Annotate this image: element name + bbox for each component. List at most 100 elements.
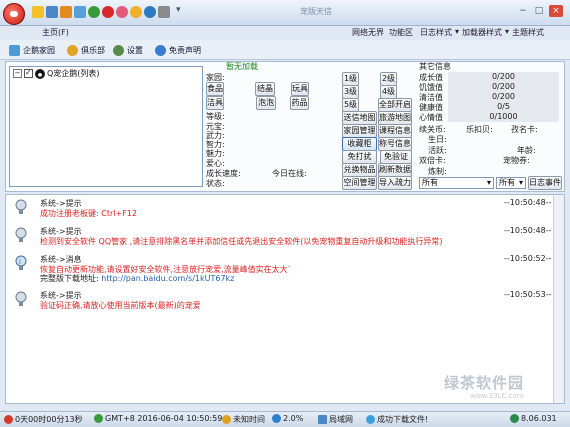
filter-select-1[interactable]: 所有 (419, 177, 494, 189)
penguin-icon (35, 68, 45, 79)
no-verify-button[interactable]: 免验证 (380, 150, 412, 164)
toolbar-label: 免责声明 (169, 45, 201, 55)
globe-icon[interactable] (88, 6, 100, 18)
message-scrollbar[interactable] (553, 195, 564, 403)
level-4-button[interactable]: 4级 (380, 85, 397, 99)
bubble-button[interactable]: 泡泡 (256, 96, 276, 110)
menu-bar: 主页(F) 网络无界 功能区 日志样式 ▾ 加载器样式 ▾ 主题样式 (0, 26, 570, 40)
maximize-button[interactable]: □ (532, 5, 546, 17)
toolbar-label: 俱乐部 (81, 45, 105, 55)
exchange-items-button[interactable]: 兑换物品 (342, 163, 377, 177)
earth-icon[interactable] (144, 6, 156, 18)
menu-log-style[interactable]: 日志样式 (420, 27, 452, 38)
quickbar-dropdown-icon[interactable]: ▾ (176, 5, 181, 15)
watermark-text: 绿茶软件园 (444, 374, 525, 392)
minimize-button[interactable]: − (516, 5, 530, 17)
cpu-text: 2.0% (283, 414, 304, 423)
smile-icon[interactable] (130, 6, 142, 18)
status-cpu: 2.0% (272, 414, 303, 423)
bulb-icon (15, 291, 27, 306)
version-icon (510, 414, 519, 423)
import-button[interactable]: 导入疏力 (378, 176, 412, 190)
time-icon (222, 415, 231, 424)
medicine-button[interactable]: 药品 (290, 96, 309, 110)
mail-icon[interactable] (74, 6, 86, 18)
toolbar-home-button[interactable]: 企鹅家园 (9, 43, 55, 57)
gear-icon (113, 44, 124, 56)
status-online-time: 0天00时00分13秒 (4, 414, 83, 425)
menu-arrow-icon: ▾ (455, 27, 460, 36)
download-icon (366, 415, 375, 424)
status-bar: 0天00时00分13秒 GMT+8 2016-06-04 10:50:59 未知… (0, 411, 570, 427)
home-manage-button[interactable]: 家园管理 (342, 124, 377, 138)
crystal-button[interactable]: 结晶 (255, 82, 275, 96)
message-time: --10:50:48-- (504, 226, 552, 235)
pet-coupon-label: 宠物券: (503, 156, 530, 165)
tree-item-label: Q宠企鹅(列表) (47, 69, 100, 78)
level-1-button[interactable]: 1级 (342, 72, 359, 86)
cleaner-button[interactable]: 洁具 (206, 96, 224, 110)
toolbar-label: 企鹅家园 (23, 45, 55, 55)
toolbar-label: 设置 (127, 45, 143, 55)
filter-select-2[interactable]: 所有 (496, 177, 526, 189)
notify-icon[interactable] (32, 6, 44, 18)
course-info-button[interactable]: 课程信息 (378, 124, 412, 138)
mail-map-button[interactable]: 送信地图 (342, 111, 377, 125)
status-datetime: GMT+8 2016-06-04 10:50:59 (94, 414, 222, 423)
collection-cabinet-button[interactable]: 收藏柜 (342, 137, 377, 151)
field-status: 状态: (206, 179, 225, 188)
cpu-icon (272, 414, 281, 423)
toolbar-club-button[interactable]: 俱乐部 (67, 43, 105, 57)
download-link[interactable]: http://pan.baidu.com/s/1kUT67kz (101, 274, 234, 283)
bulb-icon (15, 199, 27, 214)
level-2-button[interactable]: 2级 (380, 72, 397, 86)
refine-label: 炼制: (428, 167, 447, 176)
level-5-button[interactable]: 5级 (342, 98, 359, 112)
window-title: 宠版天信 (300, 7, 332, 16)
folder-icon[interactable] (60, 6, 72, 18)
menu-theme-style[interactable]: 主题样式 (512, 27, 544, 38)
birthday-label: 生日: (428, 135, 447, 144)
log-events-button[interactable]: 日志事件 (528, 176, 562, 190)
download-text: 成功下载文件! (377, 415, 429, 424)
space-manage-button[interactable]: 空间管理 (342, 176, 377, 190)
toy-button[interactable]: 玩具 (291, 82, 309, 96)
mood-label: 心情值 (419, 113, 443, 122)
menu-network[interactable]: 网络无界 (352, 27, 384, 38)
home-icon (9, 44, 20, 56)
tree-root-item[interactable]: − Q宠企鹅(列表) (13, 68, 100, 79)
online-time-text: 0天00时00分13秒 (15, 415, 83, 424)
stop-icon[interactable] (102, 6, 114, 18)
message-download-line: 完整版下载地址: http://pan.baidu.com/s/1kUT67kz (40, 273, 234, 284)
food-button[interactable]: 食品 (206, 82, 224, 96)
pet-tree-view[interactable] (9, 66, 203, 187)
toolbar-settings-button[interactable]: 设置 (113, 43, 143, 57)
message-time: --10:50:48-- (504, 198, 552, 207)
title-info-button[interactable]: 称号信息 (378, 137, 412, 151)
unknown-time-text: 未知时间 (233, 415, 265, 424)
tree-checkbox[interactable] (24, 68, 33, 78)
unlock-all-button[interactable]: 全部开启 (378, 98, 412, 112)
status-version: 8.06.031 (510, 414, 557, 423)
info-bulb-icon: i (15, 255, 27, 270)
do-not-disturb-button[interactable]: 免打扰 (342, 150, 377, 164)
message-time: --10:50:53-- (504, 290, 552, 299)
app-logo-icon[interactable] (3, 3, 25, 25)
menu-functions[interactable]: 功能区 (389, 27, 413, 38)
toolbar: 企鹅家园 俱乐部 设置 免责声明 (0, 40, 570, 60)
toolbar-disclaimer-button[interactable]: 免责声明 (155, 43, 201, 57)
travel-map-button[interactable]: 旅游地图 (378, 111, 412, 125)
expand-icon[interactable]: − (13, 69, 22, 78)
message-time: --10:50:52-- (504, 254, 552, 263)
refresh-data-button[interactable]: 刷新数据 (378, 163, 412, 177)
status-download: 成功下载文件! (366, 414, 428, 425)
menu-loader-style[interactable]: 加载器样式 (462, 27, 502, 38)
menu-home[interactable]: 主页(F) (42, 27, 69, 38)
level-3-button[interactable]: 3级 (342, 85, 359, 99)
close-button[interactable]: × (549, 5, 563, 17)
mood-value: 0/1000 (448, 112, 559, 122)
tile-icon[interactable] (46, 6, 58, 18)
face-icon[interactable] (116, 6, 128, 18)
settings-icon[interactable] (158, 6, 170, 18)
message-text: 成功注册老板键: Ctrl+F12 (40, 209, 137, 218)
